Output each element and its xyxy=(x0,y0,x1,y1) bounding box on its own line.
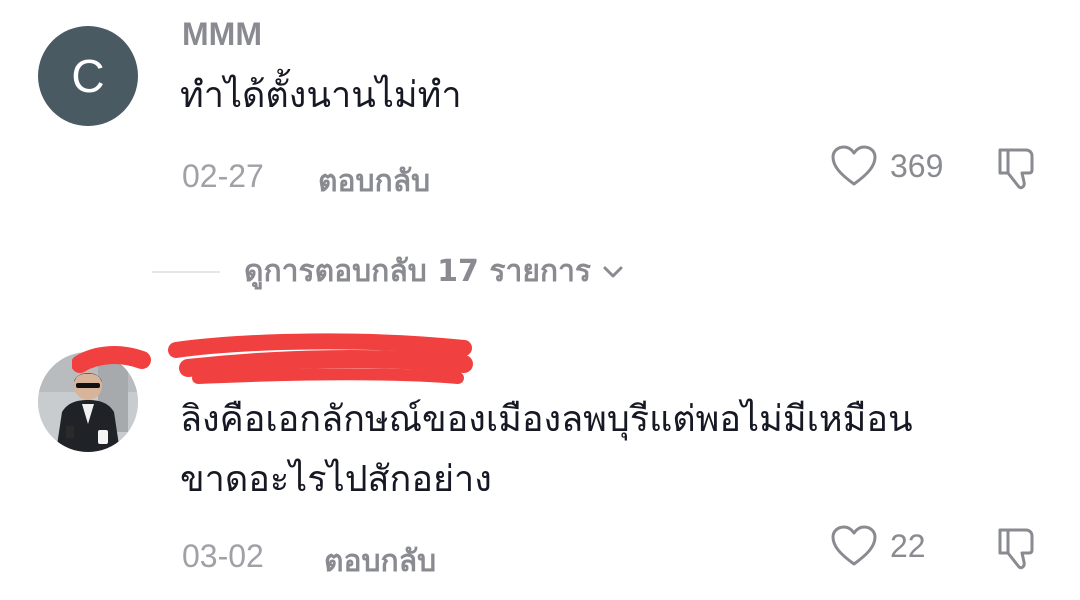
comment-text: ทำได้ตั้งนานไม่ทำ xyxy=(180,75,462,116)
thumbs-down-icon[interactable] xyxy=(994,524,1042,572)
heart-icon[interactable] xyxy=(830,524,878,568)
username[interactable]: MMM xyxy=(182,16,262,53)
comment-text-line: ขาดอะไรไปสักอย่าง xyxy=(180,459,492,500)
heart-icon[interactable] xyxy=(830,144,878,188)
view-replies-label: ดูการตอบกลับ 17 รายการ xyxy=(244,254,592,289)
like-count: 369 xyxy=(890,147,944,184)
comment-item: ลิงคือเอกลักษณ์ของเมืองลพบุรีแต่พอไม่มีเ… xyxy=(0,320,1080,600)
chevron-down-icon xyxy=(601,262,625,282)
thumbs-down-icon[interactable] xyxy=(994,144,1042,192)
like-group: 369 xyxy=(830,144,943,188)
avatar-letter: C xyxy=(71,50,105,102)
avatar[interactable]: C xyxy=(38,26,138,126)
comment-text-line: ลิงคือเอกลักษณ์ของเมืองลพบุรีแต่พอไม่มีเ… xyxy=(180,399,913,440)
reply-button[interactable]: ตอบกลับ xyxy=(318,158,430,205)
reply-button[interactable]: ตอบกลับ xyxy=(324,538,436,585)
comment-date: 03-02 xyxy=(182,538,264,574)
redaction-mark xyxy=(72,346,151,373)
comment-date: 02-27 xyxy=(182,158,264,194)
divider-line xyxy=(152,270,220,273)
comment-text: ลิงคือเอกลักษณ์ของเมืองลพบุรีแต่พอไม่มีเ… xyxy=(180,390,1040,510)
like-group: 22 xyxy=(830,524,926,568)
comment-item: C MMM ทำได้ตั้งนานไม่ทำ 02-27 ตอบกลับ 36… xyxy=(0,0,1080,240)
view-replies-toggle[interactable]: ดูการตอบกลับ 17 รายการ xyxy=(152,248,625,295)
like-count: 22 xyxy=(890,527,926,564)
redaction-mark xyxy=(168,333,473,384)
